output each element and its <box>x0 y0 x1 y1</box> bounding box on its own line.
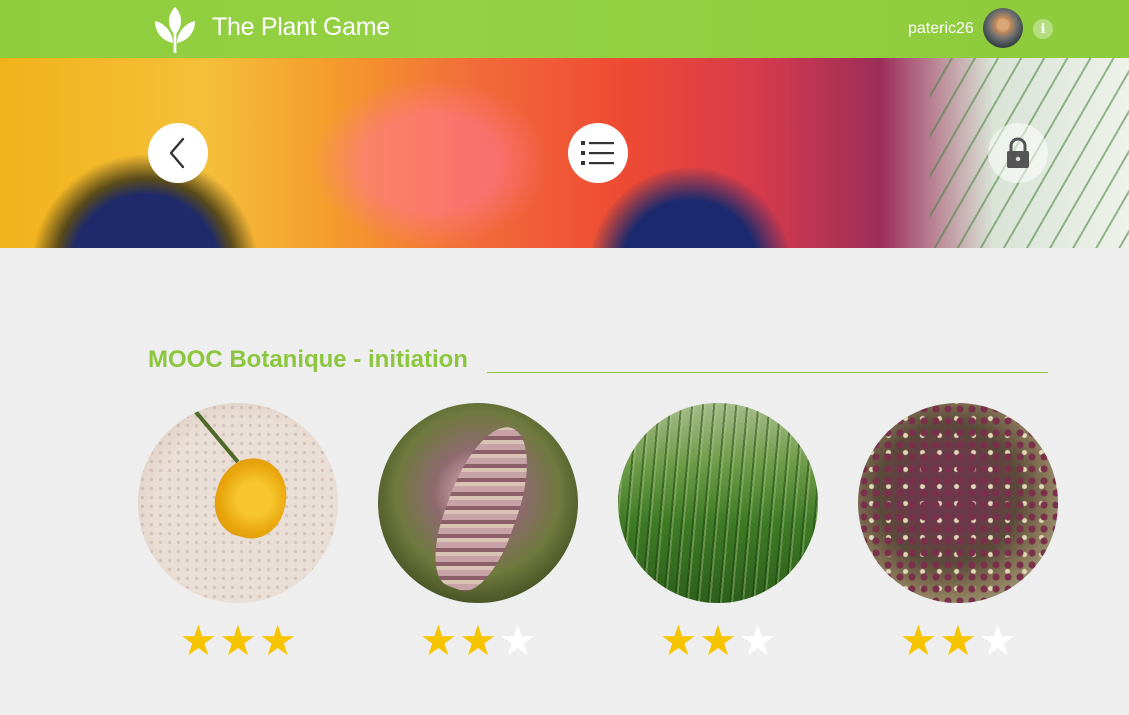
section-divider <box>487 372 1048 373</box>
photo-detail <box>178 403 240 464</box>
photo-detail <box>618 403 818 603</box>
level-card[interactable]: ★ ★ ★ <box>618 403 818 663</box>
photo-detail <box>421 416 545 600</box>
star-icon: ★ <box>459 616 497 665</box>
level-card[interactable]: ★ ★ ★ <box>378 403 578 663</box>
star-rating: ★ ★ ★ <box>378 619 578 663</box>
banner-decoration <box>30 153 260 248</box>
top-bar: The Plant Game pateric26 i <box>0 0 1129 58</box>
lock-icon <box>1007 137 1029 168</box>
level-card[interactable]: ★ ★ ★ <box>138 403 338 663</box>
section-title: MOOC Botanique - initiation <box>148 346 468 373</box>
photo-detail <box>206 450 296 546</box>
star-icon: ★ <box>978 616 1017 665</box>
star-icon: ★ <box>738 616 777 665</box>
dark-inflorescence-photo[interactable] <box>858 403 1058 603</box>
list-icon <box>581 141 614 165</box>
level-card[interactable]: ★ ★ ★ <box>858 403 1058 663</box>
star-icon: ★ <box>179 616 218 665</box>
avatar[interactable] <box>983 8 1023 48</box>
star-rating: ★ ★ ★ <box>138 619 338 663</box>
plant-sprout-icon[interactable] <box>151 3 199 55</box>
star-icon: ★ <box>659 616 698 665</box>
info-icon[interactable]: i <box>1033 19 1053 39</box>
star-icon: ★ <box>939 616 977 665</box>
star-icon: ★ <box>899 616 938 665</box>
list-button[interactable] <box>568 123 628 183</box>
username[interactable]: pateric26 <box>908 20 974 38</box>
meadow-plantain-photo[interactable] <box>618 403 818 603</box>
back-button[interactable] <box>148 123 208 183</box>
app-title[interactable]: The Plant Game <box>212 13 390 42</box>
star-icon: ★ <box>219 616 257 665</box>
photo-detail <box>858 403 1058 603</box>
star-icon: ★ <box>258 616 297 665</box>
star-icon: ★ <box>699 616 737 665</box>
star-icon: ★ <box>498 616 537 665</box>
lock-button[interactable] <box>988 123 1048 183</box>
grass-spike-photo[interactable] <box>378 403 578 603</box>
star-rating: ★ ★ ★ <box>618 619 818 663</box>
star-rating: ★ ★ ★ <box>858 619 1058 663</box>
yellow-flower-photo[interactable] <box>138 403 338 603</box>
chevron-left-icon <box>169 137 185 169</box>
banner-decoration <box>310 78 550 248</box>
banner-decoration <box>590 168 790 248</box>
star-icon: ★ <box>419 616 458 665</box>
